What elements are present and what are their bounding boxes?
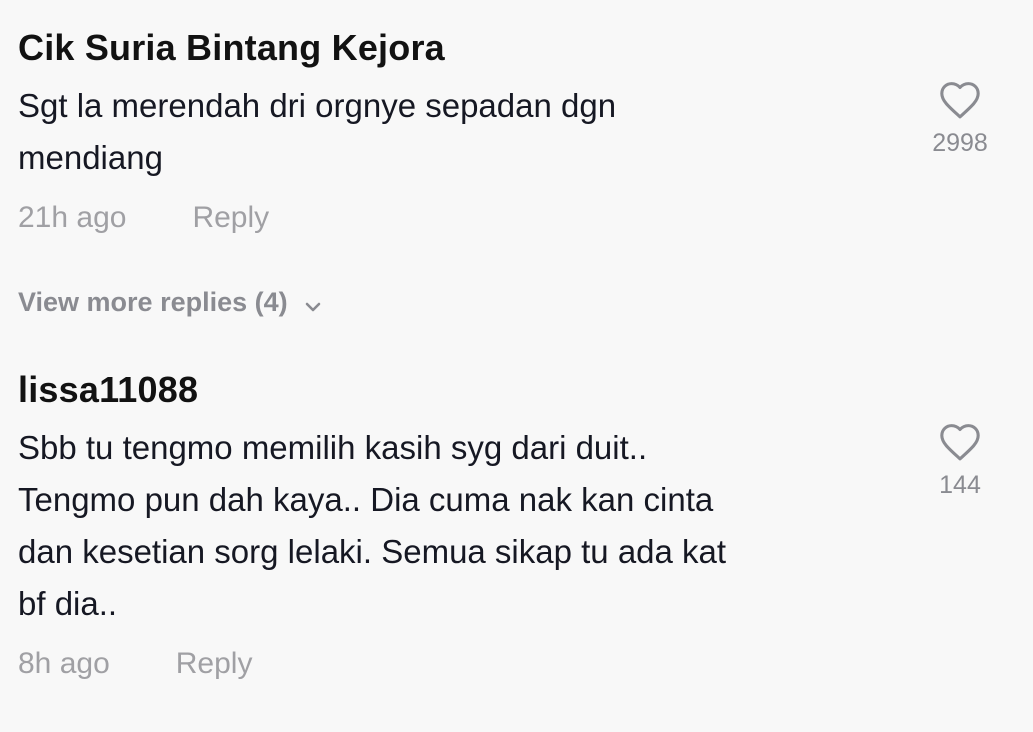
heart-outline-icon (915, 80, 1005, 120)
comment-timestamp: 8h ago (18, 647, 110, 680)
comment-meta: 8h ago Reply (18, 646, 252, 682)
heart-outline-icon (915, 422, 1005, 462)
like-button[interactable]: 2998 (915, 80, 1005, 158)
reply-button[interactable]: Reply (192, 200, 269, 236)
like-count: 2998 (932, 129, 988, 157)
comment-meta: 21h ago Reply (18, 200, 269, 236)
comment-username[interactable]: Cik Suria Bintang Kejora (18, 26, 445, 70)
comment-item: lissa11088 Sbb tu tengmo memilih kasih s… (0, 350, 1033, 732)
chevron-down-icon (302, 291, 324, 313)
like-count: 144 (939, 471, 981, 499)
comment-text: Sbb tu tengmo memilih kasih syg dari dui… (18, 429, 727, 622)
comment-text: Sgt la merendah dri orgnye sepadan dgn m… (18, 87, 617, 176)
reply-button[interactable]: Reply (176, 646, 253, 682)
view-more-replies-button[interactable]: View more replies (4) (18, 284, 324, 320)
view-more-replies-label: View more replies (4) (18, 287, 288, 317)
comment-timestamp: 21h ago (18, 201, 127, 234)
comment-username[interactable]: lissa11088 (18, 368, 198, 412)
comment-item: Cik Suria Bintang Kejora Sgt la merendah… (0, 0, 1033, 317)
like-button[interactable]: 144 (915, 422, 1005, 500)
